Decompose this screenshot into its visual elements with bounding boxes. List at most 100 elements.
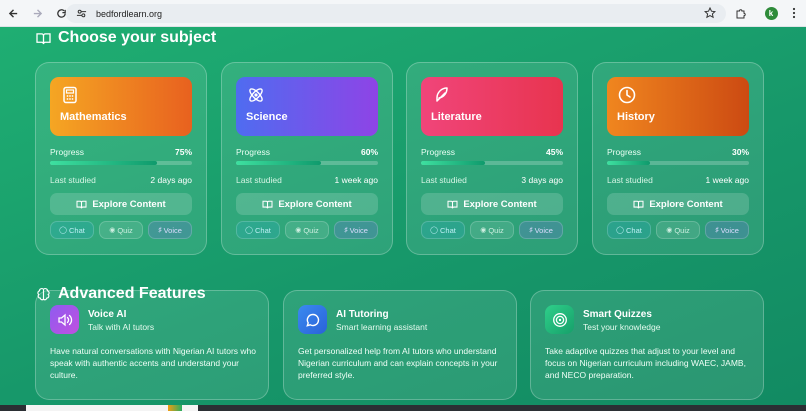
- quiz-icon: ◉: [295, 227, 302, 234]
- progress-bar: [607, 161, 749, 165]
- last-studied-row: Last studied 1 week ago: [236, 175, 378, 185]
- quiz-button[interactable]: ◉ Quiz: [470, 221, 514, 239]
- last-studied-value: 1 week ago: [705, 175, 749, 185]
- explore-content-label: Explore Content: [463, 198, 537, 210]
- subject-banner[interactable]: Science: [236, 77, 378, 136]
- quiz-label: Quiz: [303, 225, 319, 235]
- calculator-icon: [60, 85, 80, 105]
- feature-title: Smart Quizzes: [583, 309, 652, 320]
- feature-card-smart-quizzes[interactable]: Smart Quizzes Test your knowledge Take ada…: [530, 290, 764, 400]
- last-studied-label: Last studied: [421, 175, 467, 185]
- subject-card-history[interactable]: History Progress 30% Last studied 1 week ago…: [592, 62, 764, 255]
- subject-card-mathematics[interactable]: Mathematics Progress 75% Last studied 2 days…: [35, 62, 207, 255]
- quiz-icon: ◉: [666, 227, 673, 234]
- subject-card-literature[interactable]: Literature Progress 45% Last studied 3 days …: [406, 62, 578, 255]
- chat-button[interactable]: ◯ Chat: [421, 221, 465, 239]
- quiz-icon: ◉: [480, 227, 487, 234]
- subjects-section-title: Choose your subject: [35, 29, 216, 47]
- chat-icon: ◯: [245, 227, 253, 234]
- feature-card-voice-ai[interactable]: Voice AI Talk with AI tutors Have natural …: [35, 290, 269, 400]
- back-button[interactable]: [4, 4, 22, 22]
- last-studied-row: Last studied 2 days ago: [50, 175, 192, 185]
- quiz-button[interactable]: ◉ Quiz: [656, 221, 700, 239]
- progress-value: 30%: [731, 147, 749, 157]
- voice-button[interactable]: ♯ Voice: [705, 221, 749, 239]
- explore-content-button[interactable]: Explore Content: [50, 193, 192, 215]
- voice-icon: ♯: [344, 226, 348, 234]
- quiz-label: Quiz: [117, 225, 133, 235]
- chat-icon: ◯: [616, 227, 624, 234]
- voice-button[interactable]: ♯ Voice: [148, 221, 192, 239]
- progress-bar-fill: [50, 161, 157, 165]
- chat-button[interactable]: ◯ Chat: [236, 221, 280, 239]
- progress-value: 45%: [545, 147, 563, 157]
- voice-label: Voice: [720, 225, 739, 235]
- open-book-icon: [35, 30, 51, 46]
- feature-subtitle: Talk with AI tutors: [88, 322, 155, 332]
- open-book-icon: [76, 200, 87, 209]
- target-icon: [545, 305, 574, 334]
- page-content: Choose your subject Mathematics Progress 7…: [0, 27, 806, 411]
- chat-button[interactable]: ◯ Chat: [607, 221, 651, 239]
- chat-label: Chat: [626, 225, 642, 235]
- explore-content-button[interactable]: Explore Content: [236, 193, 378, 215]
- feature-card-ai-tutoring[interactable]: AI Tutoring Smart learning assistant Get p…: [283, 290, 517, 400]
- voice-button[interactable]: ♯ Voice: [519, 221, 563, 239]
- chat-bubble-icon: [298, 305, 327, 334]
- subject-title: Literature: [431, 111, 482, 123]
- subject-card-science[interactable]: Science Progress 60% Last studied 1 week ago…: [221, 62, 393, 255]
- taskbar-app-logo-icon: [168, 405, 182, 411]
- chat-icon: ◯: [59, 227, 67, 234]
- last-studied-label: Last studied: [50, 175, 96, 185]
- feature-subtitle: Test your knowledge: [583, 322, 661, 332]
- progress-value: 75%: [174, 147, 192, 157]
- quiz-label: Quiz: [488, 225, 504, 235]
- open-book-icon: [633, 200, 644, 209]
- quiz-icon: ◉: [109, 227, 116, 234]
- voice-button[interactable]: ♯ Voice: [334, 221, 378, 239]
- back-arrow-icon: [8, 8, 17, 18]
- address-bar[interactable]: bedfordlearn.org: [66, 4, 726, 23]
- feather-icon: [431, 85, 451, 105]
- quiz-label: Quiz: [674, 225, 690, 235]
- explore-content-button[interactable]: Explore Content: [421, 193, 563, 215]
- progress-label: Progress: [607, 147, 642, 157]
- progress-label: Progress: [421, 147, 456, 157]
- forward-button[interactable]: [28, 4, 46, 22]
- atom-icon: [246, 85, 266, 105]
- feature-description: Get personalized help from AI tutors who…: [298, 346, 498, 380]
- bookmark-star-icon[interactable]: [702, 5, 718, 21]
- quiz-button[interactable]: ◉ Quiz: [99, 221, 143, 239]
- last-studied-value: 1 week ago: [334, 175, 378, 185]
- subject-banner[interactable]: History: [607, 77, 749, 136]
- progress-bar-fill: [236, 161, 322, 165]
- feature-subtitle: Smart learning assistant: [336, 322, 428, 332]
- chat-icon: ◯: [430, 227, 438, 234]
- voice-label: Voice: [534, 225, 553, 235]
- menu-kebab-icon[interactable]: [786, 5, 802, 21]
- quick-actions: ◯ Chat ◉ Quiz ♯ Voice: [607, 221, 749, 239]
- voice-icon: ♯: [158, 226, 162, 234]
- site-settings-icon[interactable]: [75, 8, 87, 20]
- open-book-icon: [262, 200, 273, 209]
- subject-banner[interactable]: Mathematics: [50, 77, 192, 136]
- explore-content-button[interactable]: Explore Content: [607, 193, 749, 215]
- feature-description: Have natural conversations with Nigerian…: [50, 346, 256, 380]
- progress-bar: [50, 161, 192, 165]
- chat-button[interactable]: ◯ Chat: [50, 221, 94, 239]
- chat-label: Chat: [255, 225, 271, 235]
- browser-toolbar: bedfordlearn.org k: [0, 0, 806, 27]
- extensions-puzzle-icon[interactable]: [733, 5, 749, 21]
- profile-avatar[interactable]: k: [763, 5, 779, 21]
- quiz-button[interactable]: ◉ Quiz: [285, 221, 329, 239]
- voice-label: Voice: [163, 225, 182, 235]
- subject-title: Science: [246, 111, 288, 123]
- voice-icon: ♯: [529, 226, 533, 234]
- progress-row: Progress 30%: [607, 147, 749, 157]
- last-studied-row: Last studied 3 days ago: [421, 175, 563, 185]
- progress-row: Progress 45%: [421, 147, 563, 157]
- last-studied-value: 3 days ago: [521, 175, 563, 185]
- speaker-icon: [50, 305, 79, 334]
- subject-banner[interactable]: Literature: [421, 77, 563, 136]
- progress-label: Progress: [236, 147, 271, 157]
